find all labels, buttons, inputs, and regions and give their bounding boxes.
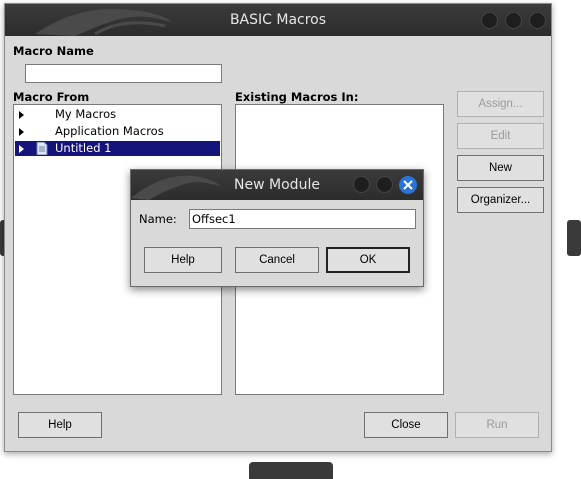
organizer-button[interactable]: Organizer... [457, 187, 544, 213]
close-button[interactable]: Close [364, 412, 448, 438]
dialog-ok-button[interactable]: OK [326, 247, 410, 273]
expand-arrow-icon[interactable] [19, 111, 24, 119]
minimize-button[interactable] [481, 12, 498, 29]
tree-item-application-macros[interactable]: Application Macros [15, 124, 220, 139]
macro-name-label: Macro Name [13, 44, 94, 58]
new-button[interactable]: New [457, 155, 544, 181]
close-icon [403, 180, 413, 190]
dialog-close-button[interactable] [399, 176, 417, 194]
help-button[interactable]: Help [18, 412, 102, 438]
dialog-maximize-button[interactable] [376, 176, 393, 193]
tree-item-label: Application Macros [55, 124, 164, 138]
dialog-name-label: Name: [139, 212, 177, 226]
tree-item-untitled-1[interactable]: Untitled 1 [15, 141, 220, 156]
assign-button[interactable]: Assign... [457, 91, 544, 117]
expand-arrow-icon[interactable] [19, 128, 24, 136]
run-button[interactable]: Run [455, 412, 539, 438]
right-edge-tab[interactable] [567, 220, 581, 256]
macro-name-input[interactable] [25, 64, 222, 83]
dialog-help-button[interactable]: Help [144, 247, 222, 273]
expand-arrow-icon[interactable] [19, 145, 24, 153]
tree-item-my-macros[interactable]: My Macros [15, 107, 220, 122]
existing-macros-label: Existing Macros In: [235, 90, 359, 104]
new-module-dialog: New Module Name: Help Cancel OK [130, 169, 424, 287]
window-titlebar[interactable]: BASIC Macros [5, 4, 551, 36]
window-title: BASIC Macros [229, 12, 327, 28]
close-window-button[interactable] [529, 12, 546, 29]
dialog-titlebar[interactable]: New Module [131, 170, 423, 200]
macro-from-label: Macro From [13, 90, 90, 104]
edit-button[interactable]: Edit [457, 123, 544, 149]
bottom-edge-tab[interactable] [249, 462, 333, 479]
dialog-cancel-button[interactable]: Cancel [235, 247, 319, 273]
tree-item-label: My Macros [55, 107, 117, 121]
document-icon [36, 142, 48, 155]
maximize-button[interactable] [505, 12, 522, 29]
dialog-minimize-button[interactable] [353, 176, 370, 193]
tree-item-label: Untitled 1 [55, 141, 112, 155]
module-name-input[interactable] [189, 209, 416, 229]
